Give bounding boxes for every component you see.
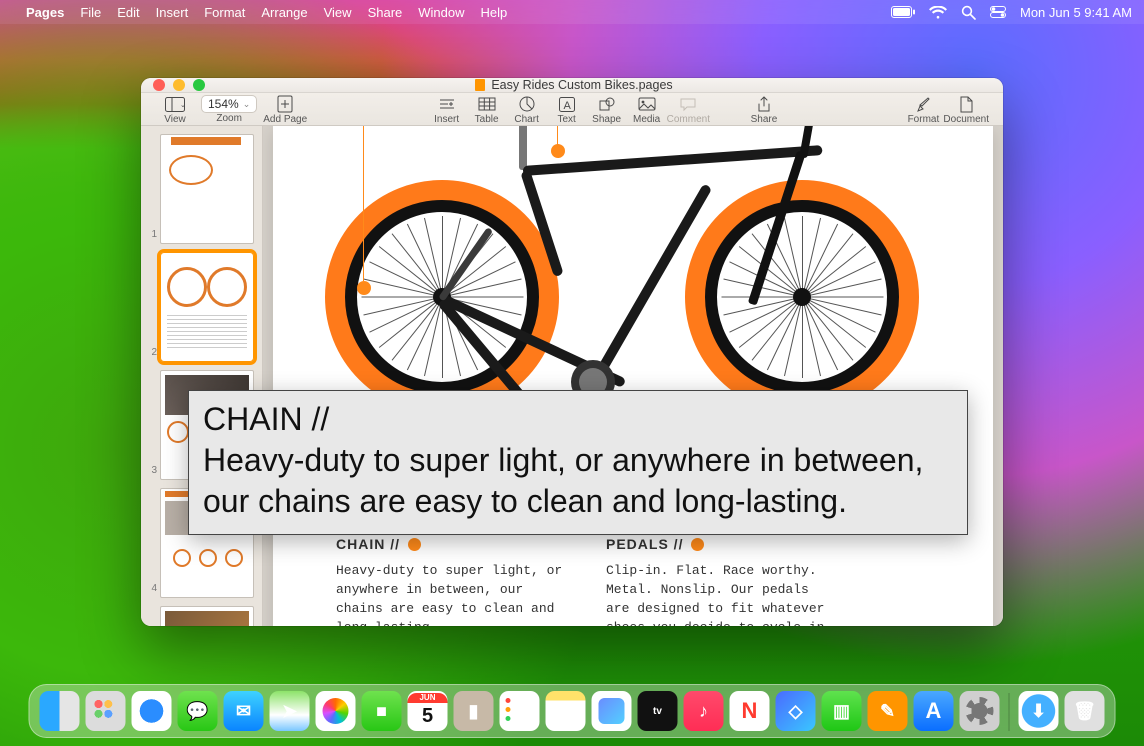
menu-file[interactable]: File	[80, 5, 101, 20]
media-icon	[637, 95, 657, 113]
dock-finder[interactable]	[40, 691, 80, 731]
shape-icon	[597, 95, 617, 113]
pedals-body[interactable]: Clip-in. Flat. Race worthy. Metal. Nonsl…	[606, 562, 836, 626]
spotlight-icon[interactable]	[961, 5, 976, 20]
plus-page-icon	[275, 95, 295, 113]
menu-help[interactable]: Help	[481, 5, 508, 20]
dock-contacts[interactable]: ▮	[454, 691, 494, 731]
toolbar-shape-button[interactable]: Shape	[587, 95, 627, 125]
toolbar-share-button[interactable]: Share	[744, 95, 784, 125]
document-icon	[956, 95, 976, 113]
menu-format[interactable]: Format	[204, 5, 245, 20]
svg-text:⌄: ⌄	[180, 102, 185, 109]
dock-messages[interactable]: 💬	[178, 691, 218, 731]
page-thumbnails: 1 2 3 4	[141, 126, 263, 626]
toolbar-zoom-control[interactable]: 154%⌄ Zoom	[201, 95, 257, 124]
dock-photos[interactable]	[316, 691, 356, 731]
traffic-light-fullscreen[interactable]	[193, 79, 205, 91]
dock-mail[interactable]: ✉︎	[224, 691, 264, 731]
traffic-light-minimize[interactable]	[173, 79, 185, 91]
share-icon	[754, 95, 774, 113]
callout-line	[557, 126, 558, 148]
chain-section: CHAIN // Heavy-duty to super light, or a…	[336, 536, 566, 626]
menu-window[interactable]: Window	[418, 5, 464, 20]
insert-icon	[437, 95, 457, 113]
menu-share[interactable]: Share	[368, 5, 403, 20]
toolbar-document-button[interactable]: Document	[943, 95, 989, 125]
dock-numbers[interactable]: ▥	[822, 691, 862, 731]
window-title: Easy Rides Custom Bikes.pages	[491, 78, 672, 92]
dock-reminders[interactable]	[500, 691, 540, 731]
document-canvas[interactable]: CHAIN // Heavy-duty to super light, or a…	[263, 126, 1003, 626]
menu-insert[interactable]: Insert	[156, 5, 189, 20]
thumbnail-page-5[interactable]	[147, 606, 256, 626]
comment-icon	[678, 95, 698, 113]
hover-text-overlay: CHAIN // Heavy-duty to super light, or a…	[188, 390, 968, 535]
traffic-light-close[interactable]	[153, 79, 165, 91]
toolbar-text-button[interactable]: A Text	[547, 95, 587, 125]
toolbar-addpage-button[interactable]: Add Page	[263, 95, 307, 125]
callout-line	[363, 126, 364, 281]
menu-arrange[interactable]: Arrange	[261, 5, 307, 20]
dock-tv[interactable]: tv	[638, 691, 678, 731]
pages-window: Easy Rides Custom Bikes.pages ⌄ View 154…	[141, 78, 1003, 626]
dock-pages[interactable]: ✎	[868, 691, 908, 731]
dock-downloads[interactable]: ⬇	[1019, 691, 1059, 731]
dock-maps[interactable]: ➤	[270, 691, 310, 731]
pedals-section: PEDALS // Clip-in. Flat. Race worthy. Me…	[606, 536, 836, 626]
control-center-icon[interactable]	[990, 6, 1006, 18]
dock: 💬 ✉︎ ➤ ■ JUN5 ▮ tv ♪ ◇ ▥ ✎ A ⬇ 🗑	[29, 684, 1116, 738]
pedals-heading: PEDALS //	[606, 536, 683, 552]
callout-dot	[551, 144, 565, 158]
dock-safari[interactable]	[132, 691, 172, 731]
thumbnail-page-2[interactable]: 2	[147, 252, 256, 362]
dock-separator	[1009, 693, 1010, 731]
toolbar-media-button[interactable]: Media	[627, 95, 667, 125]
menu-bar: Pages File Edit Insert Format Arrange Vi…	[0, 0, 1144, 24]
app-menu[interactable]: Pages	[26, 5, 64, 20]
dock-news[interactable]	[730, 691, 770, 731]
document-page[interactable]: CHAIN // Heavy-duty to super light, or a…	[273, 126, 993, 626]
zoom-value: 154%	[208, 97, 239, 111]
sidebar-icon: ⌄	[165, 95, 185, 113]
toolbar-format-button[interactable]: Format	[903, 95, 943, 125]
toolbar-view-button[interactable]: ⌄ View	[155, 95, 195, 125]
callout-dot	[357, 281, 371, 295]
toolbar-chart-button[interactable]: Chart	[507, 95, 547, 125]
battery-icon[interactable]	[891, 6, 915, 18]
svg-text:A: A	[563, 100, 571, 112]
dock-notes[interactable]	[546, 691, 586, 731]
title-bar[interactable]: Easy Rides Custom Bikes.pages	[141, 78, 1003, 93]
chart-icon	[517, 95, 537, 113]
thumbnail-page-1[interactable]: 1	[147, 134, 256, 244]
toolbar-table-button[interactable]: Table	[467, 95, 507, 125]
callout-dot-icon	[408, 538, 421, 551]
dock-launchpad[interactable]	[86, 691, 126, 731]
dock-settings[interactable]	[960, 691, 1000, 731]
hover-heading: CHAIN //	[203, 399, 953, 440]
hover-body: Heavy-duty to super light, or anywhere i…	[203, 440, 953, 522]
wifi-icon[interactable]	[929, 6, 947, 19]
document-icon	[475, 79, 485, 91]
toolbar-comment-button: Comment	[667, 95, 710, 125]
dock-calendar[interactable]: JUN5	[408, 691, 448, 731]
dock-freeform[interactable]	[592, 691, 632, 731]
menu-view[interactable]: View	[324, 5, 352, 20]
clock[interactable]: Mon Jun 5 9:41 AM	[1020, 5, 1132, 20]
table-icon	[477, 95, 497, 113]
dock-facetime[interactable]: ■	[362, 691, 402, 731]
chain-body[interactable]: Heavy-duty to super light, or anywhere i…	[336, 562, 566, 626]
menu-edit[interactable]: Edit	[117, 5, 139, 20]
dock-shortcuts[interactable]: ◇	[776, 691, 816, 731]
chain-heading: CHAIN //	[336, 536, 400, 552]
paintbrush-icon	[913, 95, 933, 113]
callout-dot-icon	[691, 538, 704, 551]
toolbar-insert-button[interactable]: Insert	[427, 95, 467, 125]
chevron-down-icon: ⌄	[243, 99, 251, 110]
text-icon: A	[557, 95, 577, 113]
dock-appstore[interactable]: A	[914, 691, 954, 731]
dock-trash[interactable]: 🗑	[1065, 691, 1105, 731]
dock-music[interactable]: ♪	[684, 691, 724, 731]
toolbar: ⌄ View 154%⌄ Zoom Add Page Insert Table …	[141, 93, 1003, 126]
